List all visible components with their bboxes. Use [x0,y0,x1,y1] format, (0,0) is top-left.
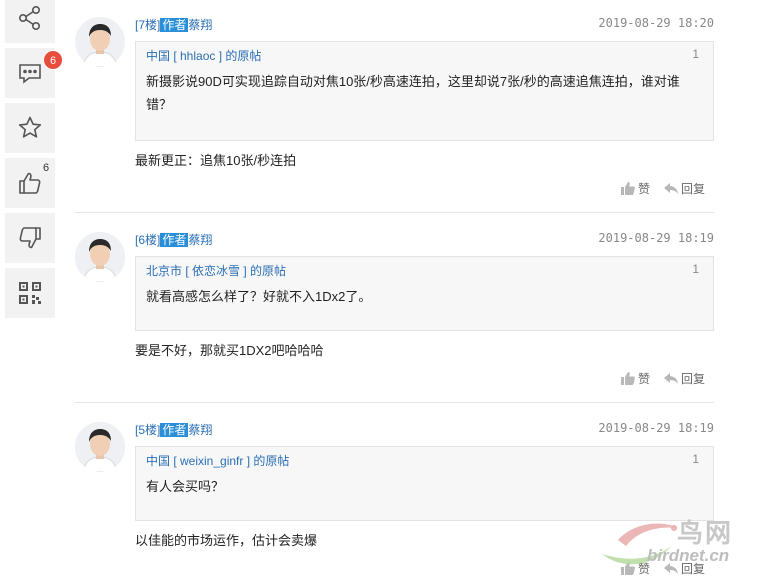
like-label: 赞 [637,182,650,196]
quoted-post: 中国 [ hhlaoc ] 的原帖 1 新摄影说90D可实现追踪自动对焦10张/… [135,41,714,141]
avatar[interactable] [75,17,125,67]
comment-count-badge: 6 [43,50,63,70]
divider [75,402,714,403]
watermark-cn: 鸟网 [677,518,734,548]
like-label: 赞 [637,372,650,386]
quote-floor: 1 [692,262,699,276]
author-tag: 作者 [160,423,189,437]
quote-floor: 1 [692,452,699,466]
comment-meta: [6楼] 作者 蔡翔 [135,231,212,248]
quote-source[interactable]: 北京市 [ 依恋冰雪 ] 的原帖 [146,262,286,279]
quoted-post: 中国 [ weixin_ginfr ] 的原帖 1 有人会买吗？ [135,446,714,521]
floor-number: [6楼] [135,233,161,247]
username[interactable]: 蔡翔 [188,423,212,437]
favorite-button[interactable] [5,103,55,153]
reply-text: 以佳能的市场运作，估计会卖爆 [135,533,318,548]
chat-icon [19,64,41,84]
reply-icon [663,183,678,194]
like-button[interactable]: 6 [5,158,55,208]
avatar[interactable] [75,422,125,472]
reply-text: 最新更正：追焦10张/秒连拍 [135,153,297,168]
quoted-post: 北京市 [ 依恋冰雪 ] 的原帖 1 就看高感怎么样了？好就不入1Dx2了。 [135,256,714,331]
thumbs-up-icon [620,182,635,195]
avatar[interactable] [75,232,125,282]
reply-action[interactable]: 回复 [663,370,705,387]
comment-meta: [7楼] 作者 蔡翔 [135,16,212,33]
thumbs-up-icon [620,372,635,385]
divider [75,212,714,213]
reply-label: 回复 [680,182,705,196]
comment-time: 2019-08-29 18:19 [598,231,714,245]
comment-item: [6楼] 作者 蔡翔 2019-08-29 18:19 北京市 [ 依恋冰雪 ] 的… [75,231,714,392]
floor-number: [5楼] [135,423,161,437]
reply-text: 要是不好，那就买1DX2吧哈哈哈 [135,343,324,358]
author-tag: 作者 [160,18,189,32]
star-icon [18,116,42,138]
username[interactable]: 蔡翔 [188,18,212,32]
quote-text: 新摄影说90D可实现追踪自动对焦10张/秒高速连拍，这里却说7张/秒的高速追焦连… [146,74,680,112]
reply-action[interactable]: 回复 [663,180,705,197]
comments-button[interactable]: 6 [5,48,63,98]
like-action[interactable]: 赞 [620,370,650,387]
username[interactable]: 蔡翔 [188,233,212,247]
comment-item: [7楼] 作者 蔡翔 2019-08-29 18:20 中国 [ hhlaoc ] … [75,16,714,197]
qrcode-button[interactable] [5,268,55,318]
comment-time: 2019-08-29 18:19 [598,421,714,435]
quote-text: 就看高感怎么样了？好就不入1Dx2了。 [146,289,372,304]
birdnet-watermark: 鸟网 birdnet.cn [600,512,750,578]
share-button[interactable] [5,0,55,43]
quote-floor: 1 [692,47,699,61]
share-icon [18,5,40,30]
quote-text: 有人会买吗？ [146,479,225,494]
watermark-en: birdnet.cn [647,546,730,565]
dislike-button[interactable] [5,213,55,263]
like-action[interactable]: 赞 [620,180,650,197]
quote-source[interactable]: 中国 [ hhlaoc ] 的原帖 [146,47,261,64]
reply-label: 回复 [680,372,705,386]
quote-source[interactable]: 中国 [ weixin_ginfr ] 的原帖 [146,452,289,469]
author-tag: 作者 [160,233,189,247]
thumbs-up-icon [19,172,41,194]
thumbs-down-icon [19,227,41,249]
comment-actions: 赞 回复 [620,370,705,387]
comment-actions: 赞 回复 [620,180,705,197]
qrcode-icon [19,282,41,304]
like-count: 6 [43,162,50,174]
comment-meta: [5楼] 作者 蔡翔 [135,421,212,438]
comment-time: 2019-08-29 18:20 [598,16,714,30]
floor-number: [7楼] [135,18,161,32]
reply-icon [663,373,678,384]
